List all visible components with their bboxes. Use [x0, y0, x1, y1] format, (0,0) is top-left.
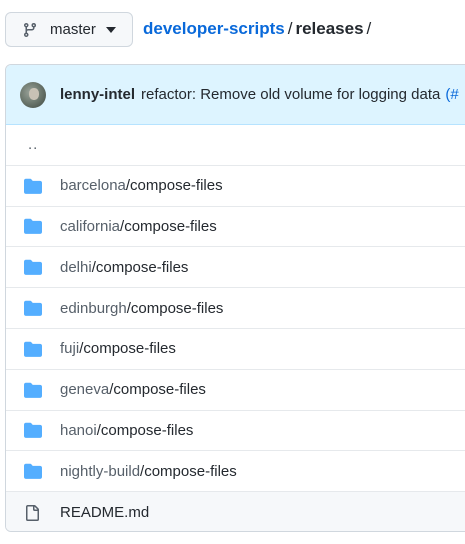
folder-icon	[24, 218, 42, 235]
breadcrumb-repo-link[interactable]: developer-scripts	[143, 19, 285, 38]
branch-label: master	[50, 21, 96, 38]
commit-pr-link[interactable]: (#	[445, 86, 458, 103]
top-bar: master developer-scripts / releases /	[0, 0, 465, 60]
breadcrumb-current-dir: releases	[295, 19, 364, 38]
breadcrumb: developer-scripts / releases /	[143, 19, 374, 39]
file-row[interactable]: README.md	[6, 492, 465, 531]
commit-message-link[interactable]: refactor: Remove old volume for logging …	[141, 86, 440, 103]
folder-link[interactable]: geneva/compose-files	[60, 381, 206, 398]
latest-commit-bar: lenny-intel refactor: Remove old volume …	[6, 65, 465, 125]
folder-link[interactable]: delhi/compose-files	[60, 259, 188, 276]
folder-link[interactable]: fuji/compose-files	[60, 340, 176, 357]
folder-row[interactable]: california/compose-files	[6, 207, 465, 248]
folder-row[interactable]: edinburgh/compose-files	[6, 288, 465, 329]
breadcrumb-separator: /	[366, 19, 372, 38]
folder-row[interactable]: geneva/compose-files	[6, 370, 465, 411]
avatar[interactable]	[20, 81, 46, 108]
folder-row[interactable]: hanoi/compose-files	[6, 411, 465, 452]
commit-author-link[interactable]: lenny-intel	[60, 86, 135, 103]
branch-select-button[interactable]: master	[5, 12, 133, 47]
parent-directory-row[interactable]: ..	[6, 125, 465, 166]
caret-down-icon	[105, 26, 116, 33]
git-branch-icon	[22, 22, 38, 38]
folder-icon	[24, 422, 42, 439]
folder-link[interactable]: edinburgh/compose-files	[60, 300, 223, 317]
folder-row[interactable]: barcelona/compose-files	[6, 166, 465, 207]
folder-icon	[24, 300, 42, 316]
breadcrumb-separator: /	[287, 19, 293, 38]
folder-row[interactable]: fuji/compose-files	[6, 329, 465, 370]
parent-directory-link[interactable]: ..	[28, 136, 38, 153]
folder-icon	[24, 259, 42, 276]
folder-link[interactable]: hanoi/compose-files	[60, 422, 193, 439]
folder-icon	[24, 341, 42, 357]
folder-link[interactable]: california/compose-files	[60, 218, 217, 235]
folder-link[interactable]: nightly-build/compose-files	[60, 463, 237, 480]
file-icon	[24, 504, 42, 521]
readme-file-link[interactable]: README.md	[60, 504, 149, 521]
file-listing: lenny-intel refactor: Remove old volume …	[5, 64, 465, 532]
folder-icon	[24, 382, 42, 398]
folder-row[interactable]: delhi/compose-files	[6, 247, 465, 289]
folder-link[interactable]: barcelona/compose-files	[60, 177, 223, 194]
folder-row[interactable]: nightly-build/compose-files	[6, 451, 465, 493]
folder-icon	[24, 178, 42, 194]
folder-icon	[24, 463, 42, 480]
